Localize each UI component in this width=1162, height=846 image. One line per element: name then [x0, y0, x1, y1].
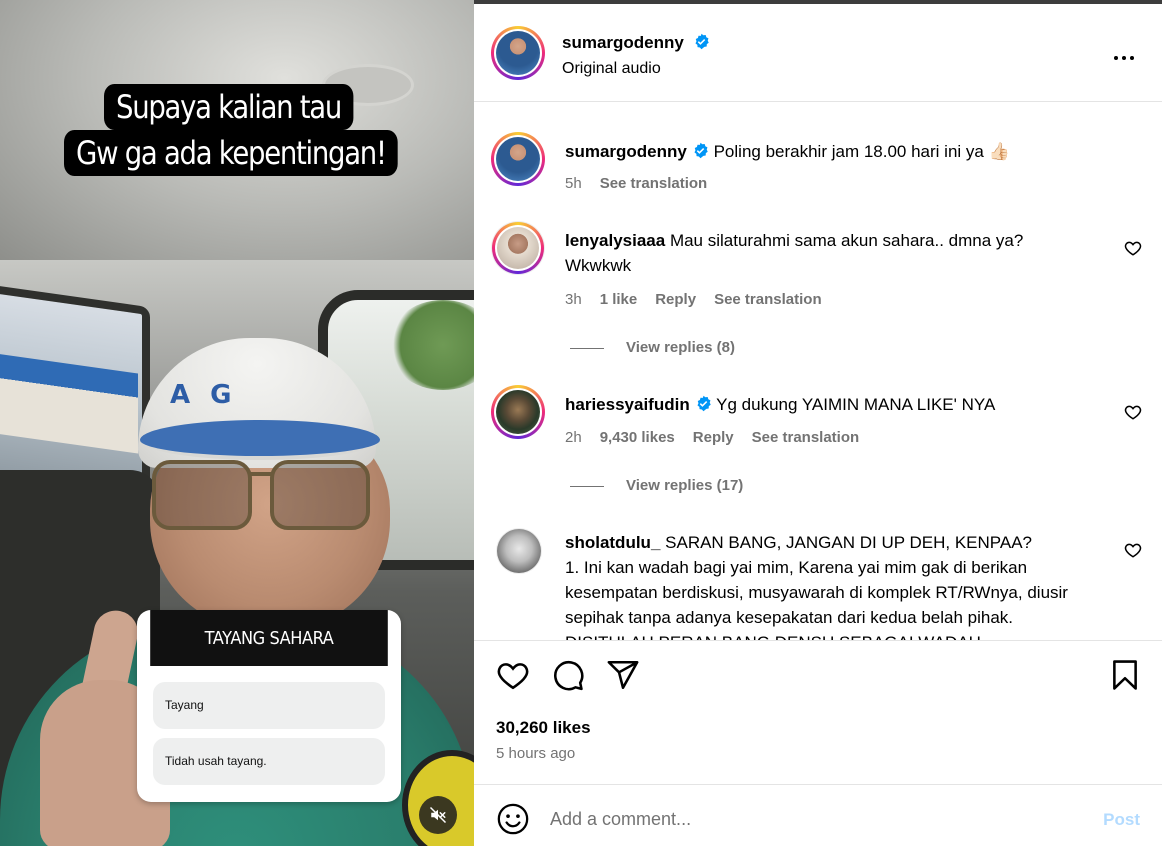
- comment-row-2: hariessyaifudin Yg dukung YAIMIN MANA LI…: [565, 392, 1105, 417]
- reply-button[interactable]: Reply: [655, 291, 696, 308]
- header-username-row: sumargodenny: [562, 33, 710, 53]
- poll-sticker: TAYANG SAHARA Tayang Tidah usah tayang.: [137, 610, 401, 802]
- reply-button[interactable]: Reply: [693, 429, 734, 446]
- comment-row-3: sholatdulu_ SARAN BANG, JANGAN DI UP DEH…: [565, 530, 1105, 640]
- like-comment-heart-icon[interactable]: [1124, 403, 1142, 421]
- like-comment-heart-icon[interactable]: [1124, 239, 1142, 257]
- header-subtitle[interactable]: Original audio: [562, 60, 661, 78]
- comment-row-1: lenyalysiaaa Mau silaturahmi sama akun s…: [565, 228, 1075, 278]
- author-avatar[interactable]: [491, 26, 545, 80]
- verified-icon: [695, 33, 710, 50]
- comment-text-continued: 1. Ini kan wadah bagi yai mim, Karena ya…: [565, 558, 1068, 640]
- view-replies-1[interactable]: View replies (8): [570, 339, 735, 356]
- poll-option-tayang[interactable]: Tayang: [153, 682, 385, 729]
- comment-meta-2: 2h 9,430 likes Reply See translation: [565, 429, 859, 446]
- comment-likes[interactable]: 1 like: [600, 291, 638, 308]
- mute-button[interactable]: [419, 796, 457, 834]
- caption-time[interactable]: 5h: [565, 175, 582, 192]
- speaker-muted-icon: [429, 806, 447, 824]
- more-horizontal-icon[interactable]: [1112, 46, 1136, 70]
- comment-avatar-sholatdulu[interactable]: [496, 528, 542, 574]
- verified-icon: [697, 395, 711, 412]
- caption-avatar[interactable]: [491, 132, 545, 186]
- comment-avatar-hariessyaifudin[interactable]: [491, 385, 545, 439]
- comment-text: Yg dukung YAIMIN MANA LIKE' NYA: [716, 395, 996, 414]
- comment-likes[interactable]: 9,430 likes: [600, 429, 675, 446]
- share-icon[interactable]: [606, 658, 640, 692]
- comment-input[interactable]: Add a comment...: [550, 809, 691, 830]
- post-panel: sumargodenny Original audio sumargodenny…: [474, 0, 1162, 846]
- comment-meta-1: 3h 1 like Reply See translation: [565, 291, 822, 308]
- bookmark-icon[interactable]: [1108, 658, 1142, 692]
- emoji-icon[interactable]: [496, 802, 530, 836]
- likes-count[interactable]: 30,260 likes: [496, 718, 591, 738]
- header-username[interactable]: sumargodenny: [562, 33, 684, 52]
- caption-line-1: Supaya kalian tau: [104, 84, 354, 130]
- see-translation-button[interactable]: See translation: [714, 291, 822, 308]
- caption-see-translation[interactable]: See translation: [600, 175, 708, 192]
- see-translation-button[interactable]: See translation: [752, 429, 860, 446]
- view-replies-2[interactable]: View replies (17): [570, 477, 743, 494]
- caption-line-2: Gw ga ada kepentingan!: [64, 130, 398, 176]
- comment-time[interactable]: 3h: [565, 291, 582, 308]
- post-time-ago[interactable]: 5 hours ago: [496, 745, 575, 762]
- actions-divider: [474, 640, 1162, 641]
- video-caption: Supaya kalian tau Gw ga ada kepentingan!: [64, 82, 410, 200]
- cap-logo: AG: [170, 380, 252, 410]
- poll-title: TAYANG SAHARA: [150, 610, 388, 666]
- caption-username[interactable]: sumargodenny: [565, 142, 687, 161]
- comment-username[interactable]: hariessyaifudin: [565, 395, 690, 414]
- caption-row: sumargodenny Poling berakhir jam 18.00 h…: [565, 139, 1125, 164]
- person-glasses: [152, 460, 372, 534]
- reel-video[interactable]: AG Supaya kalian tau Gw ga ada kepenting…: [0, 0, 474, 846]
- cap-brim: [140, 420, 380, 460]
- caption-meta: 5h See translation: [565, 175, 707, 192]
- comments-list[interactable]: sumargodenny Poling berakhir jam 18.00 h…: [474, 102, 1162, 640]
- comment-avatar-lenyalysiaaa[interactable]: [491, 221, 545, 275]
- like-comment-heart-icon[interactable]: [1124, 541, 1142, 559]
- heart-icon[interactable]: [496, 658, 530, 692]
- composer-divider: [474, 784, 1162, 785]
- comment-username[interactable]: lenyalysiaaa: [565, 231, 665, 250]
- verified-icon: [694, 142, 708, 159]
- comment-icon[interactable]: [551, 658, 585, 692]
- poll-option-tidah-usah-tayang[interactable]: Tidah usah tayang.: [153, 738, 385, 785]
- caption-text: Poling berakhir jam 18.00 hari ini ya 👍🏻: [713, 142, 1010, 161]
- view-replies-label: View replies (17): [626, 477, 744, 494]
- view-replies-label: View replies (8): [626, 339, 735, 356]
- post-button[interactable]: Post: [1103, 810, 1140, 830]
- comment-time[interactable]: 2h: [565, 429, 582, 446]
- comment-username[interactable]: sholatdulu_: [565, 533, 660, 552]
- comment-text: SARAN BANG, JANGAN DI UP DEH, KENPAA?: [665, 533, 1032, 552]
